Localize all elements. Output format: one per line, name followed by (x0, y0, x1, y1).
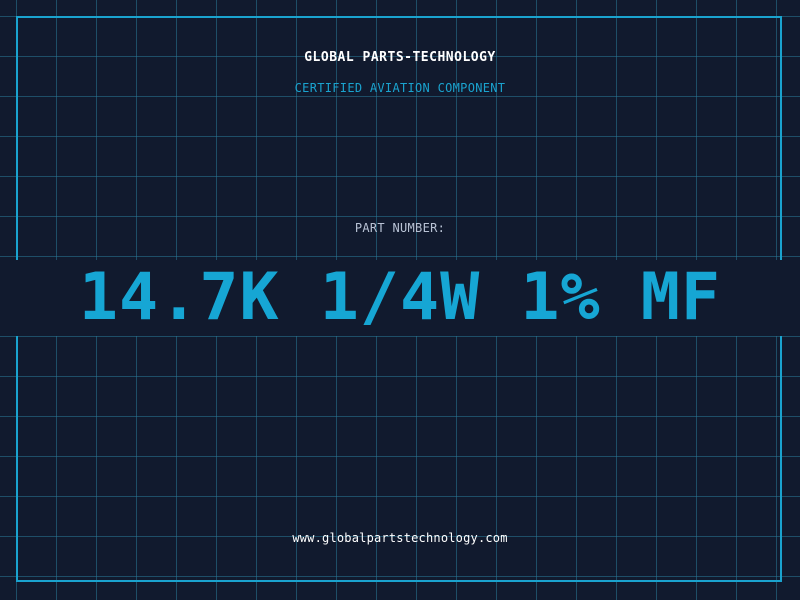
part-number-value: 14.7K 1/4W 1% MF (78, 260, 722, 335)
website-link[interactable]: www.globalpartstechnology.com (0, 531, 800, 545)
brand-title: GLOBAL PARTS-TECHNOLOGY (304, 50, 496, 65)
brand-subtitle: CERTIFIED AVIATION COMPONENT (294, 81, 506, 95)
part-number-label: PART NUMBER: (354, 221, 446, 235)
